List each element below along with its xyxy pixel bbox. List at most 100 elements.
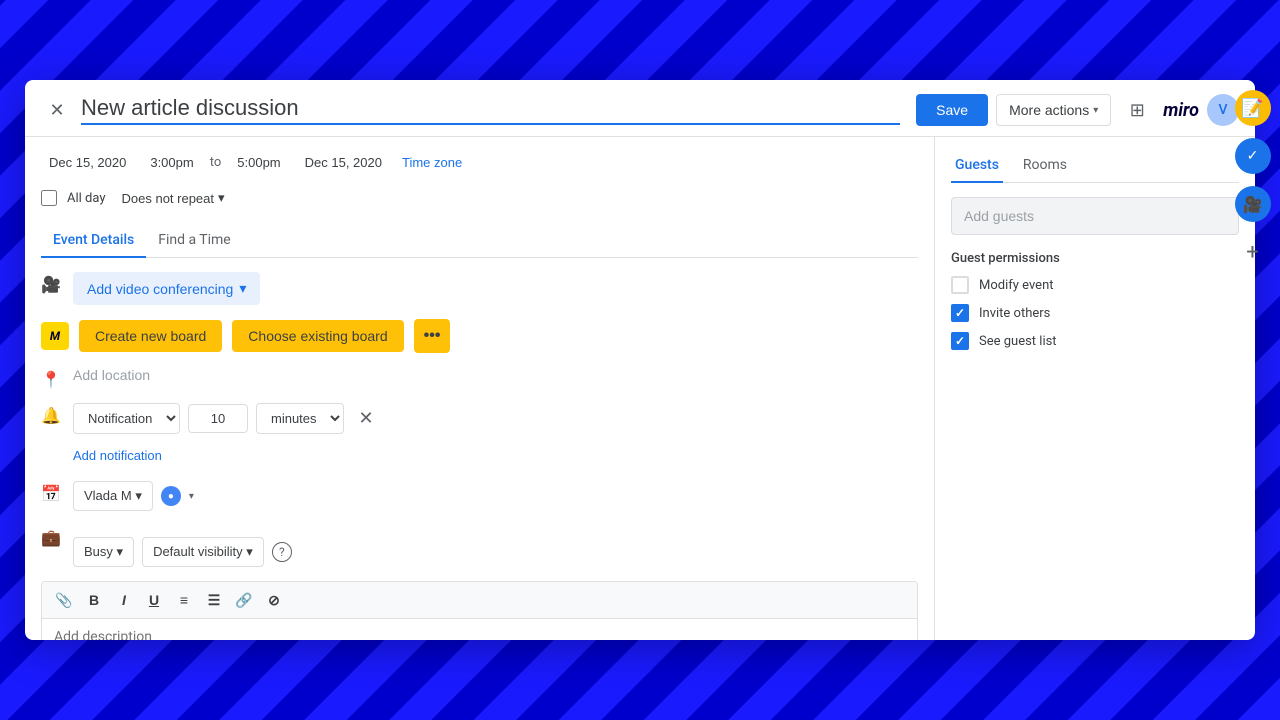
remove-notification-button[interactable]: ✕ <box>352 405 380 433</box>
event-tabs: Event Details Find a Time <box>41 224 918 258</box>
note-icon[interactable]: 📝 <box>1235 90 1271 126</box>
left-panel: Dec 15, 2020 3:00pm to 5:00pm Dec 15, 20… <box>25 137 935 640</box>
miro-logo: miro <box>1163 100 1199 121</box>
invite-others-checkbox[interactable]: ✓ <box>951 304 969 322</box>
bold-icon: B <box>89 592 99 608</box>
visibility-label: Default visibility <box>153 544 243 559</box>
notification-unit-select[interactable]: minutes <box>256 403 344 434</box>
modify-event-checkbox[interactable] <box>951 276 969 294</box>
google-apps-button[interactable]: ⊞ <box>1119 92 1155 128</box>
modal-body: Dec 15, 2020 3:00pm to 5:00pm Dec 15, 20… <box>25 137 1255 640</box>
video-conf-arrow: ▾ <box>239 280 246 297</box>
permission-invite-others: ✓ Invite others <box>951 304 1239 322</box>
end-time-button[interactable]: 5:00pm <box>229 149 288 176</box>
allday-label: All day <box>67 191 106 206</box>
invite-others-label: Invite others <box>979 306 1050 321</box>
tab-find-a-time[interactable]: Find a Time <box>146 224 243 258</box>
add-video-conferencing-button[interactable]: Add video conferencing ▾ <box>73 272 260 305</box>
calendar-icon: 📅 <box>41 483 61 503</box>
status-row: 💼 Busy ▾ Default visibility ▾ ? <box>41 525 918 567</box>
remove-format-button[interactable]: ⊘ <box>260 586 288 614</box>
start-time-button[interactable]: 3:00pm <box>142 149 201 176</box>
unordered-list-icon: ☰ <box>208 592 221 609</box>
bold-button[interactable]: B <box>80 586 108 614</box>
location-icon: 📍 <box>41 369 61 389</box>
right-sidebar: 📝 ✓ 🎥 + <box>1225 80 1280 640</box>
calendar-owner-label: Vlada M <box>84 488 132 503</box>
video-conf-label: Add video conferencing <box>87 281 233 297</box>
calendar-owner-button[interactable]: Vlada M ▾ <box>73 481 153 511</box>
video-conf-row: 🎥 Add video conferencing ▾ <box>41 272 918 305</box>
close-icon: ✕ <box>49 100 64 121</box>
unordered-list-button[interactable]: ☰ <box>200 586 228 614</box>
more-actions-arrow: ▾ <box>1093 105 1098 116</box>
permission-modify-event: Modify event <box>951 276 1239 294</box>
underline-button[interactable]: U <box>140 586 168 614</box>
visibility-arrow: ▾ <box>246 544 253 559</box>
event-modal: ✕ Save More actions ▾ ⊞ miro V Dec 15, 2… <box>25 80 1255 640</box>
miro-more-button[interactable]: ••• <box>414 319 451 353</box>
more-actions-label: More actions <box>1009 102 1089 118</box>
start-date-button[interactable]: Dec 15, 2020 <box>41 149 134 176</box>
status-controls: Busy ▾ Default visibility ▾ ? <box>73 537 292 567</box>
color-icon: ● <box>168 491 174 502</box>
link-icon: 🔗 <box>235 592 252 609</box>
choose-existing-board-button[interactable]: Choose existing board <box>232 320 403 352</box>
add-notification-button[interactable]: Add notification <box>73 444 162 467</box>
more-actions-button[interactable]: More actions ▾ <box>996 94 1111 126</box>
miro-row: M Create new board Choose existing board… <box>41 319 918 353</box>
busy-label: Busy <box>84 544 113 559</box>
tab-event-details[interactable]: Event Details <box>41 224 146 258</box>
end-date-button[interactable]: Dec 15, 2020 <box>297 149 390 176</box>
video-icon: 🎥 <box>41 274 61 294</box>
busy-status-button[interactable]: Busy ▾ <box>73 537 134 567</box>
timezone-button[interactable]: Time zone <box>398 151 466 174</box>
attach-icon: 📎 <box>55 592 72 609</box>
notification-type-select[interactable]: Notification <box>73 403 180 434</box>
busy-arrow: ▾ <box>117 544 124 559</box>
save-button[interactable]: Save <box>916 94 988 126</box>
panel-tabs: Guests Rooms <box>951 149 1239 183</box>
ordered-list-button[interactable]: ≡ <box>170 586 198 614</box>
help-icon[interactable]: ? <box>272 542 292 562</box>
modal-header: ✕ Save More actions ▾ ⊞ miro V <box>25 80 1255 137</box>
notification-form-row: 🔔 Notification minutes ✕ <box>41 403 918 467</box>
remove-format-icon: ⊘ <box>268 592 280 609</box>
description-toolbar: 📎 B I U ≡ ☰ <box>42 582 917 619</box>
event-title-input[interactable] <box>81 95 900 125</box>
tab-rooms[interactable]: Rooms <box>1019 149 1071 183</box>
plus-icon[interactable]: + <box>1235 234 1271 270</box>
right-panel: Guests Rooms Guest permissions Modify ev… <box>935 137 1255 640</box>
see-guest-list-checkbox[interactable]: ✓ <box>951 332 969 350</box>
attach-button[interactable]: 📎 <box>50 586 78 614</box>
underline-icon: U <box>149 592 159 608</box>
calendar-owner-arrow: ▾ <box>135 488 142 503</box>
check-icon[interactable]: ✓ <box>1235 138 1271 174</box>
tab-guests[interactable]: Guests <box>951 149 1003 183</box>
header-actions: Save More actions ▾ ⊞ miro V <box>916 92 1239 128</box>
link-button[interactable]: 🔗 <box>230 586 258 614</box>
allday-checkbox[interactable] <box>41 190 57 206</box>
briefcase-icon: 💼 <box>41 527 61 547</box>
create-new-board-button[interactable]: Create new board <box>79 320 222 352</box>
video-icon[interactable]: 🎥 <box>1235 186 1271 222</box>
calendar-owner-row: 📅 Vlada M ▾ ● ▾ <box>41 481 918 511</box>
notification-value-input[interactable] <box>188 404 248 433</box>
visibility-button[interactable]: Default visibility ▾ <box>142 537 264 567</box>
italic-button[interactable]: I <box>110 586 138 614</box>
notification-controls: Notification minutes ✕ Add notification <box>73 403 380 467</box>
remove-icon: ✕ <box>358 408 373 429</box>
color-picker-button[interactable]: ● <box>161 486 181 506</box>
description-section: 📎 B I U ≡ ☰ <box>41 581 918 640</box>
bell-icon: 🔔 <box>41 405 61 425</box>
close-button[interactable]: ✕ <box>41 94 73 126</box>
ordered-list-icon: ≡ <box>180 592 188 608</box>
repeat-button[interactable]: Does not repeat ▾ <box>116 186 231 210</box>
location-input[interactable] <box>73 367 918 383</box>
permission-see-guest-list: ✓ See guest list <box>951 332 1239 350</box>
to-label: to <box>210 155 222 170</box>
repeat-arrow: ▾ <box>218 190 225 206</box>
add-guests-input[interactable] <box>951 197 1239 235</box>
miro-logo-icon: M <box>41 322 69 350</box>
description-textarea[interactable] <box>42 619 917 640</box>
